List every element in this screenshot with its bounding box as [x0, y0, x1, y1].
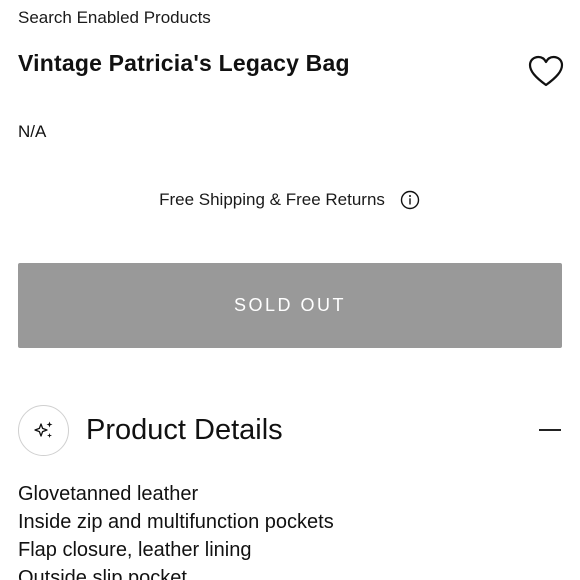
list-item: Glovetanned leather: [18, 483, 199, 505]
breadcrumb[interactable]: Search Enabled Products: [18, 8, 211, 28]
product-details-header[interactable]: Product Details: [18, 404, 562, 456]
product-title: Vintage Patricia's Legacy Bag: [18, 50, 350, 76]
product-details-list: Glovetanned leather Inside zip and multi…: [18, 480, 334, 580]
info-icon[interactable]: [399, 189, 421, 211]
wishlist-button[interactable]: [527, 54, 565, 88]
list-item: Inside zip and multifunction pockets: [18, 511, 334, 533]
sold-out-button[interactable]: SOLD OUT: [18, 263, 562, 348]
heart-icon: [528, 55, 564, 87]
product-price: N/A: [18, 122, 47, 141]
shipping-text: Free Shipping & Free Returns: [159, 190, 385, 209]
minus-icon[interactable]: [538, 418, 562, 442]
list-item: Flap closure, leather lining: [18, 539, 252, 561]
collapse-line: [539, 429, 561, 431]
shipping-info: Free Shipping & Free Returns: [0, 189, 580, 211]
list-item: Outside slip pocket: [18, 567, 187, 580]
product-details-title: Product Details: [86, 413, 283, 446]
sparkle-icon: [18, 404, 69, 456]
product-page: Search Enabled Products Vintage Patricia…: [0, 0, 580, 580]
